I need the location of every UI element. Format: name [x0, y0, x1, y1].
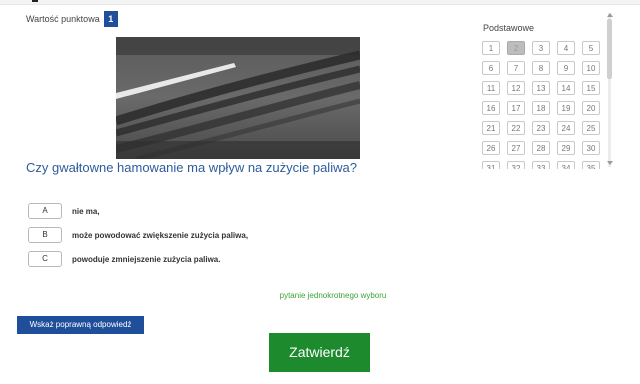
- question-number-26[interactable]: 26: [482, 141, 500, 155]
- question-number-22[interactable]: 22: [507, 121, 525, 135]
- question-navigator: Podstawowe 1 2 3 4 5 6 7 8 9 10 11 12 13 14 15 16 17 18 19…: [480, 13, 615, 169]
- question-number-17[interactable]: 17: [507, 101, 525, 115]
- question-number-25[interactable]: 25: [582, 121, 600, 135]
- question-number-28[interactable]: 28: [532, 141, 550, 155]
- answer-text: nie ma,: [72, 206, 100, 216]
- question-number-21[interactable]: 21: [482, 121, 500, 135]
- answer-option-c[interactable]: C powoduje zmniejszenie zużycia paliwa.: [28, 251, 220, 267]
- question-number-11[interactable]: 11: [482, 81, 500, 95]
- question-number-5[interactable]: 5: [582, 41, 600, 55]
- question-type-text: pytanie jednokrotnego wyboru: [279, 291, 387, 300]
- question-number-27[interactable]: 27: [507, 141, 525, 155]
- scroll-down-icon[interactable]: [607, 161, 613, 165]
- navigator-scrollbar[interactable]: [605, 13, 613, 167]
- question-number-10[interactable]: 10: [582, 61, 600, 75]
- question-number-1[interactable]: 1: [482, 41, 500, 55]
- question-number-15[interactable]: 15: [582, 81, 600, 95]
- question-image: [116, 37, 360, 159]
- question-number-19[interactable]: 19: [557, 101, 575, 115]
- show-correct-answer-button[interactable]: Wskaż poprawną odpowiedź: [17, 316, 144, 334]
- top-bar-mark: [32, 0, 38, 2]
- question-type-label: pytanie jednokrotnego wyboru: [0, 291, 640, 300]
- answer-option-a[interactable]: A nie ma,: [28, 203, 100, 219]
- scrollbar-thumb[interactable]: [607, 19, 612, 79]
- navigator-title: Podstawowe: [483, 23, 535, 33]
- scroll-up-icon[interactable]: [607, 13, 613, 17]
- answer-key-button[interactable]: C: [28, 251, 62, 267]
- question-number-9[interactable]: 9: [557, 61, 575, 75]
- question-number-33[interactable]: 33: [532, 161, 550, 169]
- question-number-24[interactable]: 24: [557, 121, 575, 135]
- answer-text: może powodować zwiększenie zużycia paliw…: [72, 230, 249, 240]
- question-number-8[interactable]: 8: [532, 61, 550, 75]
- question-number-18[interactable]: 18: [532, 101, 550, 115]
- points-indicator: Wartość punktowa 1: [26, 11, 118, 27]
- question-number-31[interactable]: 31: [482, 161, 500, 169]
- question-number-3[interactable]: 3: [532, 41, 550, 55]
- confirm-button[interactable]: Zatwierdź: [269, 333, 370, 372]
- answer-key-button[interactable]: B: [28, 227, 62, 243]
- question-number-20[interactable]: 20: [582, 101, 600, 115]
- points-label: Wartość punktowa: [26, 14, 100, 24]
- question-number-6[interactable]: 6: [482, 61, 500, 75]
- question-number-30[interactable]: 30: [582, 141, 600, 155]
- answer-key-button[interactable]: A: [28, 203, 62, 219]
- question-number-14[interactable]: 14: [557, 81, 575, 95]
- question-text: Czy gwałtowne hamowanie ma wpływ na zuży…: [26, 160, 357, 175]
- question-number-12[interactable]: 12: [507, 81, 525, 95]
- answer-text: powoduje zmniejszenie zużycia paliwa.: [72, 254, 221, 264]
- top-bar: [0, 0, 640, 5]
- points-value-badge: 1: [103, 11, 118, 27]
- question-number-23[interactable]: 23: [532, 121, 550, 135]
- question-number-2[interactable]: 2: [507, 41, 525, 55]
- question-number-16[interactable]: 16: [482, 101, 500, 115]
- question-number-13[interactable]: 13: [532, 81, 550, 95]
- answer-option-b[interactable]: B może powodować zwiększenie zużycia pal…: [28, 227, 248, 243]
- question-number-4[interactable]: 4: [557, 41, 575, 55]
- question-number-7[interactable]: 7: [507, 61, 525, 75]
- question-number-32[interactable]: 32: [507, 161, 525, 169]
- question-number-29[interactable]: 29: [557, 141, 575, 155]
- question-number-34[interactable]: 34: [557, 161, 575, 169]
- question-number-35[interactable]: 35: [582, 161, 600, 169]
